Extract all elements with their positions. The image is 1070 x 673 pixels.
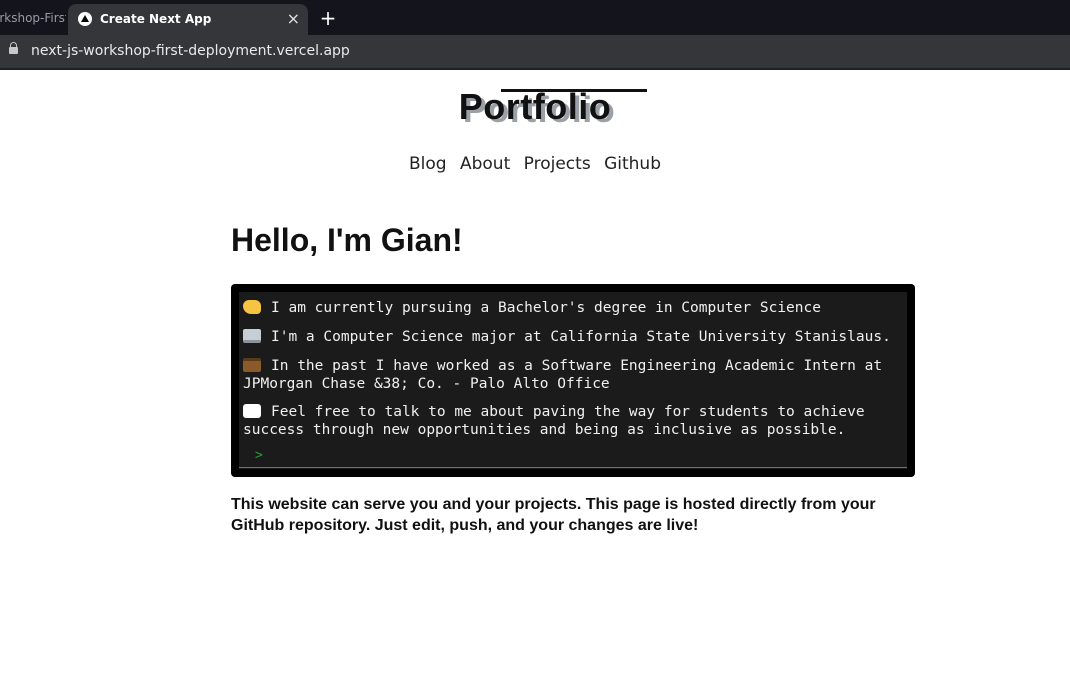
nav-link-projects[interactable]: Projects [524, 154, 591, 174]
browser-tab-bar: orkshop-First Create Next App × + [0, 0, 1070, 35]
nextjs-favicon-icon [78, 12, 92, 26]
page-heading: Hello, I'm Gian! [231, 222, 463, 258]
active-tab[interactable]: Create Next App × [68, 4, 308, 35]
lock-icon[interactable] [9, 42, 18, 54]
address-bar[interactable]: next-js-workshop-first-deployment.vercel… [0, 35, 1070, 70]
url-text[interactable]: next-js-workshop-first-deployment.vercel… [31, 35, 350, 68]
site-description: This website can serve you and your proj… [231, 496, 876, 534]
nav-link-about[interactable]: About [460, 154, 510, 174]
page-content: Portfolio Blog About Projects Github Hel… [0, 70, 1070, 673]
terminal-line: Feel free to talk to me about paving the… [243, 403, 893, 439]
nav-link-blog[interactable]: Blog [409, 154, 447, 174]
site-logo[interactable]: Portfolio [0, 86, 1070, 128]
terminal-line-text: In the past I have worked as a Software … [243, 358, 883, 392]
terminal-line: In the past I have worked as a Software … [243, 357, 893, 393]
main-nav: Blog About Projects Github [0, 154, 1070, 174]
briefcase-icon [243, 358, 261, 372]
close-tab-icon[interactable]: × [287, 4, 300, 34]
terminal-box: I am currently pursuing a Bachelor's deg… [231, 284, 915, 477]
terminal-line-text: I am currently pursuing a Bachelor's deg… [271, 300, 821, 316]
speech-bubble-icon [243, 404, 261, 418]
terminal-line: I'm a Computer Science major at Californ… [243, 328, 893, 346]
previous-tab-label: orkshop-First [0, 11, 66, 25]
new-tab-button[interactable]: + [318, 4, 338, 32]
terminal-line-text: I'm a Computer Science major at Californ… [271, 329, 891, 345]
terminal-input-underline [239, 467, 907, 468]
laptop-icon [243, 329, 261, 343]
active-tab-title: Create Next App [100, 12, 212, 26]
waving-hand-icon [243, 300, 261, 314]
nav-link-github[interactable]: Github [604, 154, 661, 174]
previous-tab[interactable]: orkshop-First [0, 0, 66, 35]
terminal-prompt[interactable]: > [255, 448, 263, 463]
terminal-line-text: Feel free to talk to me about paving the… [243, 404, 865, 438]
terminal-line: I am currently pursuing a Bachelor's deg… [243, 299, 893, 317]
terminal-screen: I am currently pursuing a Bachelor's deg… [239, 292, 907, 469]
